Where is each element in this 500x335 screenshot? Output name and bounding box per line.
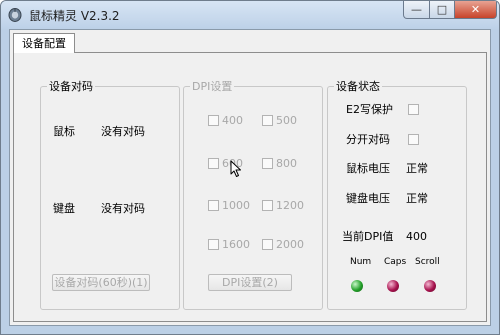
dpi-800-checkbox[interactable] [262,158,273,169]
dpi-1600-label: 1600 [222,238,250,251]
dpi-400-label: 400 [222,114,243,127]
app-window: 鼠标精灵 V2.3.2 — □ ✕ 设备配置 设备对码 鼠标 没有对码 键盘 没… [0,0,500,335]
caps-lock-label: Caps [384,257,407,267]
separate-pair-label: 分开对码 [346,133,390,146]
dpi-800-label: 800 [276,157,297,170]
tab-device-config[interactable]: 设备配置 [13,33,75,53]
mouse-pair-status: 没有对码 [101,125,145,138]
client-area: 设备配置 设备对码 鼠标 没有对码 键盘 没有对码 设备对码(60秒)(1) D… [9,29,491,326]
dpi-1600-checkbox[interactable] [208,239,219,250]
status-group: 设备状态 E2写保护 分开对码 鼠标电压 正常 键盘电压 正常 当前DPI值 4… [327,80,467,310]
current-dpi-label: 当前DPI值 [342,230,394,243]
e2-protect-label: E2写保护 [346,103,393,116]
dpi-1200-checkbox[interactable] [262,200,273,211]
pair-device-button[interactable]: 设备对码(60秒)(1) [52,274,150,291]
pairing-legend: 设备对码 [47,80,95,93]
e2-protect-checkbox[interactable] [408,104,419,115]
keyboard-voltage-value: 正常 [406,192,428,205]
dpi-legend: DPI设置 [190,80,235,93]
keyboard-label: 键盘 [53,202,75,215]
dpi-1000-label: 1000 [222,199,250,212]
maximize-button[interactable]: □ [429,1,455,19]
scroll-lock-label: Scroll [415,257,440,267]
dpi-500-label: 500 [276,114,297,127]
dpi-500-checkbox[interactable] [262,115,273,126]
mouse-voltage-value: 正常 [406,162,428,175]
dpi-2000-checkbox[interactable] [262,239,273,250]
dpi-group: DPI设置 400 500 600 800 1000 1200 1600 200… [183,80,323,310]
caps-lock-indicator [387,280,399,292]
status-legend: 设备状态 [334,80,382,93]
mouse-cursor-icon [230,160,241,177]
minimize-button[interactable]: — [403,1,430,19]
dpi-1200-label: 1200 [276,199,304,212]
dpi-settings-button[interactable]: DPI设置(2) [208,274,292,291]
dpi-2000-label: 2000 [276,238,304,251]
dpi-1000-checkbox[interactable] [208,200,219,211]
mouse-voltage-label: 鼠标电压 [346,162,390,175]
num-lock-indicator [351,280,363,292]
dpi-600-checkbox[interactable] [208,158,219,169]
mouse-label: 鼠标 [53,125,75,138]
device-config-panel: 设备对码 鼠标 没有对码 键盘 没有对码 设备对码(60秒)(1) DPI设置 … [13,52,487,322]
num-lock-label: Num [350,257,372,267]
title-bar[interactable]: 鼠标精灵 V2.3.2 — □ ✕ [1,1,499,29]
close-button[interactable]: ✕ [454,1,497,19]
keyboard-pair-status: 没有对码 [101,202,145,215]
keyboard-voltage-label: 键盘电压 [346,192,390,205]
scroll-lock-indicator [424,280,436,292]
app-mouse-icon [8,8,22,22]
separate-pair-checkbox[interactable] [408,134,419,145]
pairing-group: 设备对码 鼠标 没有对码 键盘 没有对码 设备对码(60秒)(1) [40,80,180,310]
dpi-400-checkbox[interactable] [208,115,219,126]
window-title: 鼠标精灵 V2.3.2 [29,9,120,23]
current-dpi-value: 400 [406,230,427,243]
